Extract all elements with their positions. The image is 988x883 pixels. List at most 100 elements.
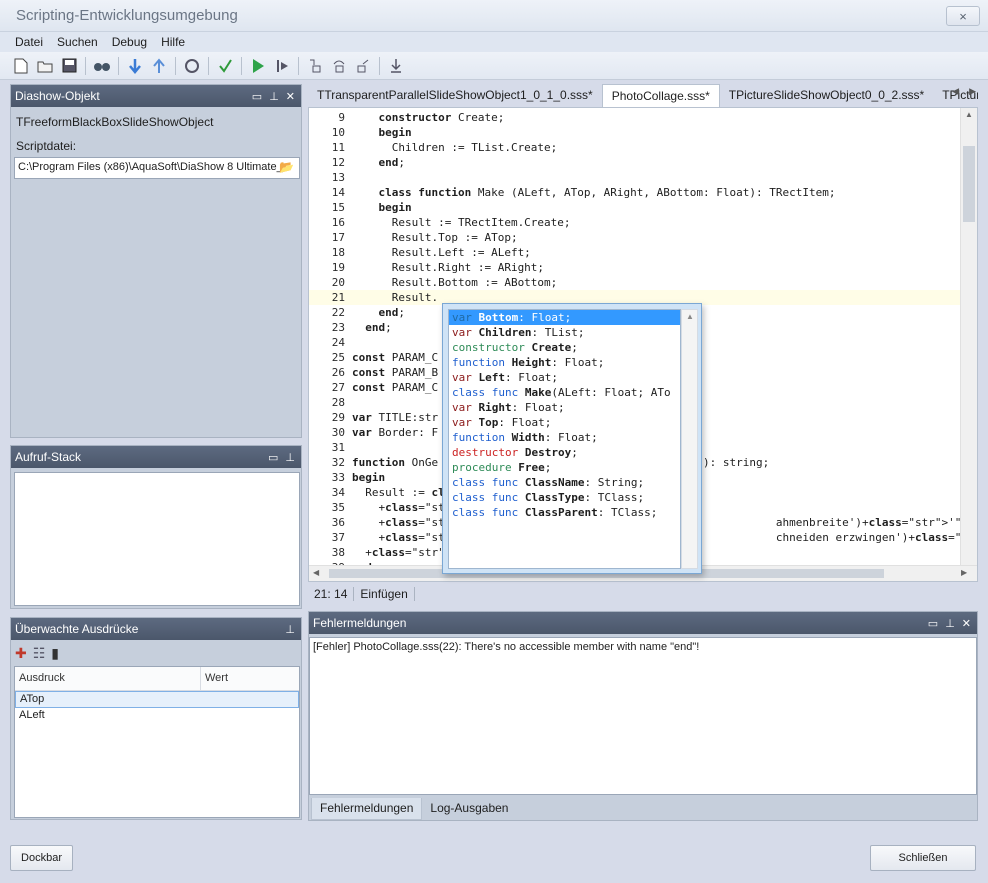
- pin-icon[interactable]: ⊥: [285, 623, 295, 636]
- call-stack-list[interactable]: [14, 472, 300, 606]
- tab-errors[interactable]: Fehlermeldungen: [311, 798, 423, 820]
- pin-icon[interactable]: ⊥: [285, 451, 295, 464]
- code-text: constructor Create;: [378, 111, 505, 124]
- run-icon[interactable]: [247, 55, 269, 77]
- autocomplete-item[interactable]: constructor Create;: [449, 340, 680, 355]
- tab-ttransparent[interactable]: TTransparentParallelSlideShowObject1_0_1…: [308, 84, 602, 107]
- autocomplete-scrollbar[interactable]: ▲: [681, 309, 698, 569]
- pin-icon[interactable]: ⊥: [945, 617, 955, 630]
- delete-watch-icon[interactable]: ▮: [51, 645, 59, 662]
- chevron-left-icon[interactable]: ◀: [313, 568, 319, 577]
- code-line[interactable]: 13: [309, 170, 961, 185]
- code-line[interactable]: 12 end;: [309, 155, 961, 170]
- open-folder-icon[interactable]: [34, 55, 56, 77]
- step-down-icon[interactable]: [124, 55, 146, 77]
- line-number: 24: [331, 336, 345, 349]
- error-message[interactable]: [Fehler] PhotoCollage.sss(22): There's n…: [313, 641, 973, 653]
- line-number: 19: [331, 261, 345, 274]
- errors-header: Fehlermeldungen ▭ ⊥ ✕: [309, 612, 977, 634]
- step-up-icon[interactable]: [148, 55, 170, 77]
- step-over-icon[interactable]: [328, 55, 350, 77]
- vertical-scrollbar[interactable]: ▲: [960, 108, 977, 566]
- script-path-field[interactable]: C:\Program Files (x86)\AquaSoft\DiaShow …: [14, 157, 300, 179]
- run-to-cursor-icon[interactable]: [385, 55, 407, 77]
- pin-icon[interactable]: ⊥: [269, 90, 279, 103]
- autocomplete-list[interactable]: var Bottom: Float; var Children: TList; co…: [448, 309, 681, 569]
- col-value[interactable]: Wert: [201, 667, 232, 690]
- item-name: Left: [478, 371, 506, 384]
- code-text: Result.Right := ARight;: [352, 261, 545, 274]
- code-line[interactable]: 16 Result := TRectItem.Create;: [309, 215, 961, 230]
- code-line[interactable]: 10 begin: [309, 125, 961, 140]
- step-run-icon[interactable]: [271, 55, 293, 77]
- bottom-bar: Dockbar Schließen: [0, 830, 988, 883]
- item-kind: class func: [452, 506, 519, 519]
- autocomplete-item[interactable]: function Height: Float;: [449, 355, 680, 370]
- find-icon[interactable]: [91, 55, 113, 77]
- close-button[interactable]: Schließen: [870, 845, 976, 871]
- link-icon[interactable]: [181, 55, 203, 77]
- window-close-button[interactable]: ×: [946, 6, 980, 26]
- tab-scroll-arrows: ◀ ▶: [952, 86, 976, 97]
- code-line[interactable]: 19 Result.Right := ARight;: [309, 260, 961, 275]
- code-line[interactable]: 14 class function Make (ALeft, ATop, ARi…: [309, 185, 961, 200]
- step-out-icon[interactable]: [352, 55, 374, 77]
- autocomplete-item[interactable]: class func ClassName: String;: [449, 475, 680, 490]
- tab-tpictureslideshow[interactable]: TPictureSlideShowObject0_0_2.sss*: [720, 84, 933, 107]
- chevron-right-icon[interactable]: ▶: [961, 568, 967, 577]
- step-into-icon[interactable]: [304, 55, 326, 77]
- check-icon[interactable]: [214, 55, 236, 77]
- autocomplete-item[interactable]: destructor Destroy;: [449, 445, 680, 460]
- add-watch-icon[interactable]: ✚: [15, 645, 27, 662]
- autocomplete-item[interactable]: class func ClassType: TClass;: [449, 490, 680, 505]
- code-line[interactable]: 18 Result.Left := ALeft;: [309, 245, 961, 260]
- chevron-up-icon[interactable]: ▲: [686, 312, 694, 321]
- code-line[interactable]: 17 Result.Top := ATop;: [309, 230, 961, 245]
- error-list[interactable]: [Fehler] PhotoCollage.sss(22): There's n…: [309, 637, 977, 795]
- code-text: end;: [378, 156, 406, 169]
- maximize-icon[interactable]: ▭: [252, 90, 262, 103]
- autocomplete-item[interactable]: class func Make(ALeft: Float; ATo: [449, 385, 680, 400]
- table-row[interactable]: ALeft: [15, 708, 299, 725]
- tab-log[interactable]: Log-Ausgaben: [422, 798, 516, 820]
- menu-debug[interactable]: Debug: [105, 35, 154, 49]
- dockbar-button[interactable]: Dockbar: [10, 845, 73, 871]
- autocomplete-item[interactable]: procedure Free;: [449, 460, 680, 475]
- menu-suchen[interactable]: Suchen: [50, 35, 105, 49]
- autocomplete-item[interactable]: var Right: Float;: [449, 400, 680, 415]
- autocomplete-item[interactable]: function Width: Float;: [449, 430, 680, 445]
- col-expression[interactable]: Ausdruck: [15, 667, 201, 690]
- item-signature: : Float;: [551, 356, 605, 369]
- item-signature: : TClass;: [597, 506, 658, 519]
- autocomplete-item[interactable]: var Left: Float;: [449, 370, 680, 385]
- tab-photocollage[interactable]: PhotoCollage.sss*: [601, 84, 720, 107]
- autocomplete-item[interactable]: var Bottom: Float;: [449, 310, 680, 325]
- code-text: const PARAM_B: [352, 366, 439, 379]
- code-line[interactable]: 15 begin: [309, 200, 961, 215]
- line-number: 33: [331, 471, 345, 484]
- item-kind: constructor: [452, 341, 525, 354]
- autocomplete-item[interactable]: var Children: TList;: [449, 325, 680, 340]
- table-row[interactable]: ATop: [15, 691, 299, 708]
- scroll-thumb[interactable]: [963, 146, 975, 222]
- menu-datei[interactable]: Datei: [8, 35, 50, 49]
- code-text: Result.Bottom := ABottom;: [352, 276, 558, 289]
- edit-watch-icon[interactable]: ☷: [33, 645, 46, 662]
- chevron-left-icon[interactable]: ◀: [952, 86, 959, 97]
- autocomplete-item[interactable]: var Top: Float;: [449, 415, 680, 430]
- open-folder-icon[interactable]: 📂: [279, 160, 295, 174]
- code-line[interactable]: 20 Result.Bottom := ABottom;: [309, 275, 961, 290]
- code-line[interactable]: 9 constructor Create;: [309, 110, 961, 125]
- new-file-icon[interactable]: [10, 55, 32, 77]
- menu-hilfe[interactable]: Hilfe: [154, 35, 192, 49]
- maximize-icon[interactable]: ▭: [268, 451, 278, 464]
- maximize-icon[interactable]: ▭: [928, 617, 938, 630]
- toolbar-separator: [118, 56, 119, 75]
- close-icon[interactable]: ✕: [286, 90, 295, 103]
- close-icon[interactable]: ✕: [962, 617, 971, 630]
- code-line[interactable]: 11 Children := TList.Create;: [309, 140, 961, 155]
- chevron-up-icon[interactable]: ▲: [965, 110, 973, 119]
- save-icon[interactable]: [58, 55, 80, 77]
- chevron-right-icon[interactable]: ▶: [969, 86, 976, 97]
- autocomplete-item[interactable]: class func ClassParent: TClass;: [449, 505, 680, 520]
